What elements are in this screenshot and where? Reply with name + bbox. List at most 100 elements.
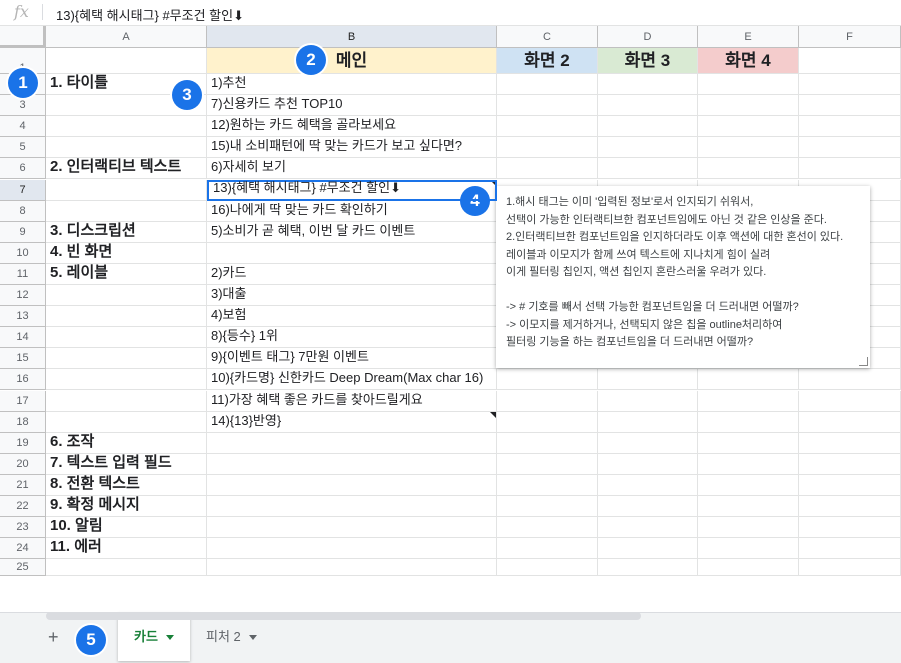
cell-c3[interactable] <box>497 95 598 117</box>
cell-c4[interactable] <box>497 116 598 138</box>
cell-c2[interactable] <box>497 74 598 96</box>
cell-d18[interactable] <box>598 411 698 433</box>
cell-d1[interactable]: 화면 3 <box>598 48 698 74</box>
cell-b14[interactable]: 8){등수} 1위 <box>207 327 497 349</box>
cell-b25[interactable] <box>207 559 497 577</box>
cell-d23[interactable] <box>598 517 698 539</box>
row-header-17[interactable]: 17 <box>0 390 46 412</box>
row-header-3[interactable]: 3 <box>0 95 46 117</box>
cell-a17[interactable] <box>46 390 207 412</box>
cell-d20[interactable] <box>598 453 698 475</box>
cell-a13[interactable] <box>46 306 207 328</box>
cell-c23[interactable] <box>497 517 598 539</box>
cell-f1[interactable] <box>799 48 901 74</box>
cell-f18[interactable] <box>799 411 901 433</box>
cell-b19[interactable] <box>207 432 497 454</box>
cell-d6[interactable] <box>598 158 698 180</box>
cell-c1[interactable]: 화면 2 <box>497 48 598 74</box>
cell-b2[interactable]: 1)추천 <box>207 74 497 96</box>
cell-a14[interactable] <box>46 327 207 349</box>
cell-b15[interactable]: 9){이벤트 태그} 7만원 이벤트 <box>207 348 497 370</box>
cell-e16[interactable] <box>698 369 799 391</box>
cell-f4[interactable] <box>799 116 901 138</box>
row-header-20[interactable]: 20 <box>0 453 46 475</box>
cell-c18[interactable] <box>497 411 598 433</box>
sheet-tab-feature2[interactable]: 피처 2 <box>206 613 257 661</box>
sheet-tab-card[interactable]: 카드 <box>118 613 190 661</box>
row-header-5[interactable]: 5 <box>0 137 46 159</box>
cell-e17[interactable] <box>698 390 799 412</box>
cell-d2[interactable] <box>598 74 698 96</box>
cell-e6[interactable] <box>698 158 799 180</box>
cell-c21[interactable] <box>497 474 598 496</box>
cell-e24[interactable] <box>698 538 799 560</box>
cell-e25[interactable] <box>698 559 799 577</box>
row-header-22[interactable]: 22 <box>0 496 46 518</box>
cell-a12[interactable] <box>46 285 207 307</box>
cell-f25[interactable] <box>799 559 901 577</box>
cell-a15[interactable] <box>46 348 207 370</box>
row-header-14[interactable]: 14 <box>0 327 46 349</box>
cell-a1[interactable] <box>46 48 207 74</box>
cell-d25[interactable] <box>598 559 698 577</box>
cell-e3[interactable] <box>698 95 799 117</box>
cell-b4[interactable]: 12)원하는 카드 혜택을 골라보세요 <box>207 116 497 138</box>
cell-b20[interactable] <box>207 453 497 475</box>
row-header-8[interactable]: 8 <box>0 200 46 222</box>
cell-a11[interactable]: 5. 레이블 <box>46 263 207 285</box>
row-header-7[interactable]: 7 <box>0 179 46 201</box>
cell-b10[interactable] <box>207 242 497 264</box>
cell-b5[interactable]: 15)내 소비패턴에 딱 맞는 카드가 보고 싶다면? <box>207 137 497 159</box>
row-header-24[interactable]: 24 <box>0 538 46 560</box>
cell-f22[interactable] <box>799 496 901 518</box>
cell-f20[interactable] <box>799 453 901 475</box>
row-header-18[interactable]: 18 <box>0 411 46 433</box>
cell-d3[interactable] <box>598 95 698 117</box>
row-header-11[interactable]: 11 <box>0 263 46 285</box>
cell-b24[interactable] <box>207 538 497 560</box>
cell-a6[interactable]: 2. 인터랙티브 텍스트 <box>46 158 207 180</box>
cell-e22[interactable] <box>698 496 799 518</box>
cell-c16[interactable] <box>497 369 598 391</box>
cell-f5[interactable] <box>799 137 901 159</box>
select-all-corner[interactable] <box>0 26 46 48</box>
cell-b13[interactable]: 4)보험 <box>207 306 497 328</box>
cell-c6[interactable] <box>497 158 598 180</box>
cell-a24[interactable]: 11. 에러 <box>46 538 207 560</box>
cell-f23[interactable] <box>799 517 901 539</box>
cell-e4[interactable] <box>698 116 799 138</box>
formula-input[interactable]: 13){혜택 해시태그} #무조건 할인⬇ <box>56 5 244 24</box>
row-header-25[interactable]: 25 <box>0 559 46 577</box>
cell-e21[interactable] <box>698 474 799 496</box>
cell-a7[interactable] <box>46 179 207 201</box>
cell-b9[interactable]: 5)소비가 곧 혜택, 이번 달 카드 이벤트 <box>207 221 497 243</box>
cell-b21[interactable] <box>207 474 497 496</box>
cell-e20[interactable] <box>698 453 799 475</box>
cell-a25[interactable] <box>46 559 207 577</box>
cell-c24[interactable] <box>497 538 598 560</box>
cell-e2[interactable] <box>698 74 799 96</box>
cell-c25[interactable] <box>497 559 598 577</box>
row-header-21[interactable]: 21 <box>0 474 46 496</box>
cell-c19[interactable] <box>497 432 598 454</box>
row-header-12[interactable]: 12 <box>0 285 46 307</box>
row-header-10[interactable]: 10 <box>0 242 46 264</box>
column-header-f[interactable]: F <box>799 26 901 48</box>
cell-e19[interactable] <box>698 432 799 454</box>
cell-b23[interactable] <box>207 517 497 539</box>
cell-e1[interactable]: 화면 4 <box>698 48 799 74</box>
cell-a4[interactable] <box>46 116 207 138</box>
row-header-23[interactable]: 23 <box>0 517 46 539</box>
row-header-15[interactable]: 15 <box>0 348 46 370</box>
cell-a16[interactable] <box>46 369 207 391</box>
column-header-d[interactable]: D <box>598 26 698 48</box>
cell-e23[interactable] <box>698 517 799 539</box>
cell-f3[interactable] <box>799 95 901 117</box>
horizontal-scrollbar[interactable] <box>46 612 641 620</box>
note-resize-handle[interactable] <box>859 357 868 366</box>
cell-b16[interactable]: 10){카드명} 신한카드 Deep Dream(Max char 16) <box>207 369 497 391</box>
cell-d19[interactable] <box>598 432 698 454</box>
cell-d22[interactable] <box>598 496 698 518</box>
row-header-19[interactable]: 19 <box>0 432 46 454</box>
cell-c5[interactable] <box>497 137 598 159</box>
